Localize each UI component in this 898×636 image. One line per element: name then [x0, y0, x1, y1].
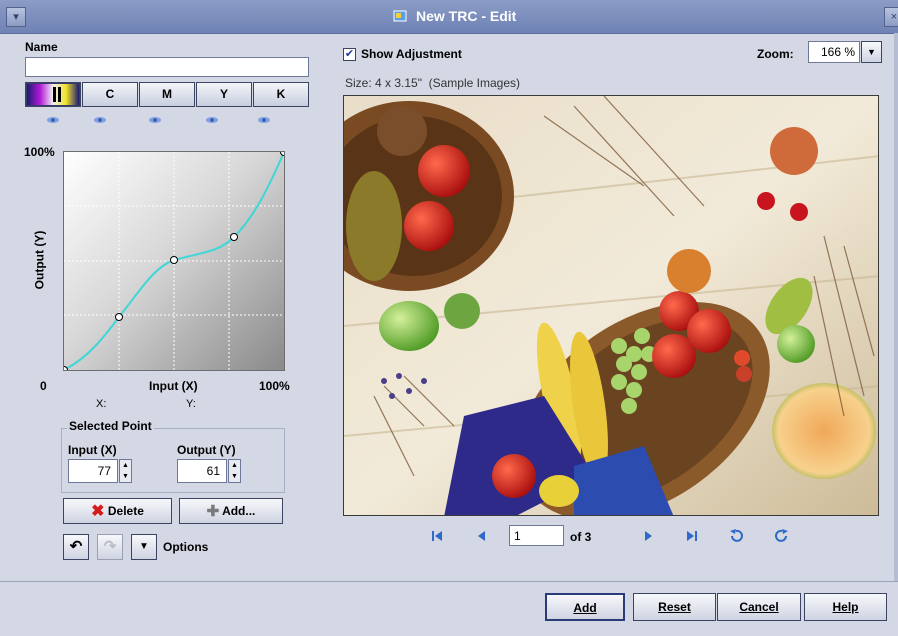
- add-button[interactable]: Add: [545, 593, 625, 621]
- channel-all-button[interactable]: [25, 82, 81, 107]
- input-x-field[interactable]: 77: [68, 459, 118, 483]
- curve-point[interactable]: [280, 152, 285, 156]
- channel-m-button[interactable]: M: [139, 82, 195, 107]
- name-input[interactable]: [25, 57, 309, 77]
- last-page-icon[interactable]: [684, 528, 700, 544]
- zoom-field[interactable]: 166 %: [808, 41, 860, 63]
- eye-icon[interactable]: [46, 116, 60, 124]
- x-readout: X:: [96, 398, 107, 410]
- window-border: [894, 33, 898, 635]
- zoom-label: Zoom:: [757, 47, 794, 61]
- delete-button[interactable]: ✖ Delete: [63, 498, 172, 524]
- y-axis-label: Output (Y): [32, 230, 47, 290]
- spin-down-icon[interactable]: ▼: [120, 471, 131, 482]
- color-spectrum-icon: [27, 84, 79, 105]
- fruit-photo: [344, 96, 878, 515]
- name-label: Name: [25, 40, 58, 54]
- spin-down-icon[interactable]: ▼: [229, 471, 240, 482]
- output-y-label: Output (Y): [177, 443, 236, 457]
- x-axis-label: Input (X): [149, 379, 198, 393]
- channel-y-button[interactable]: Y: [196, 82, 252, 107]
- rotate-right-icon[interactable]: [774, 528, 790, 544]
- redo-icon: ↷: [103, 538, 117, 555]
- input-x-label: Input (X): [68, 443, 117, 457]
- eye-icon[interactable]: [205, 116, 219, 124]
- page-input[interactable]: [509, 525, 564, 546]
- title-bar: ▾ New TRC - Edit ×: [0, 0, 898, 34]
- spin-up-icon[interactable]: ▲: [229, 460, 240, 471]
- y-top-label: 100%: [24, 145, 55, 159]
- add-point-button[interactable]: ✚ Add...: [179, 498, 283, 524]
- curve-plot[interactable]: [64, 152, 284, 370]
- input-x-spinner[interactable]: 77 ▲ ▼: [68, 459, 132, 483]
- preview-image: [343, 95, 879, 516]
- curve-graph[interactable]: [63, 151, 285, 371]
- close-button[interactable]: ×: [884, 7, 898, 27]
- show-adjustment-label: Show Adjustment: [361, 47, 462, 61]
- zoom-dropdown-button[interactable]: ▼: [861, 41, 882, 63]
- x-origin-label: 0: [40, 379, 47, 393]
- prev-page-icon[interactable]: [474, 528, 490, 544]
- rotate-left-icon[interactable]: [728, 528, 744, 544]
- curve-point[interactable]: [64, 366, 68, 371]
- help-button[interactable]: Help: [804, 593, 887, 621]
- cancel-button[interactable]: Cancel: [717, 593, 801, 621]
- y-readout: Y:: [186, 398, 196, 410]
- next-page-icon[interactable]: [640, 528, 656, 544]
- undo-button[interactable]: ↶: [63, 534, 89, 560]
- app-icon: [393, 10, 407, 22]
- eye-icon[interactable]: [93, 116, 107, 124]
- redo-button[interactable]: ↷: [97, 534, 123, 560]
- spin-up-icon[interactable]: ▲: [120, 460, 131, 471]
- reset-button[interactable]: Reset: [633, 593, 716, 621]
- curve-point-selected[interactable]: [230, 233, 238, 241]
- window-menu-button[interactable]: ▾: [6, 7, 26, 27]
- first-page-icon[interactable]: [429, 528, 445, 544]
- x-end-label: 100%: [259, 379, 290, 393]
- show-adjustment-checkbox[interactable]: ✔: [343, 48, 356, 61]
- curve-point[interactable]: [170, 256, 178, 264]
- window-title: New TRC - Edit: [416, 8, 517, 24]
- curve-point[interactable]: [115, 313, 123, 321]
- dropdown-icon: ▼: [867, 47, 876, 57]
- channel-c-button[interactable]: C: [82, 82, 138, 107]
- options-label: Options: [163, 540, 209, 554]
- channel-k-button[interactable]: K: [253, 82, 309, 107]
- output-y-field[interactable]: 61: [177, 459, 227, 483]
- dropdown-icon: ▼: [139, 541, 149, 552]
- delete-x-icon: ✖: [91, 503, 105, 520]
- output-y-spinner[interactable]: 61 ▲ ▼: [177, 459, 241, 483]
- eye-icon[interactable]: [148, 116, 162, 124]
- plus-icon: ✚: [206, 503, 220, 520]
- options-dropdown-button[interactable]: ▼: [131, 534, 157, 560]
- undo-icon: ↶: [69, 538, 83, 555]
- page-count: of 3: [570, 530, 592, 544]
- eye-icon[interactable]: [257, 116, 271, 124]
- selected-point-title: Selected Point: [67, 419, 154, 433]
- size-text: Size: 4 x 3.15" (Sample Images): [345, 76, 521, 90]
